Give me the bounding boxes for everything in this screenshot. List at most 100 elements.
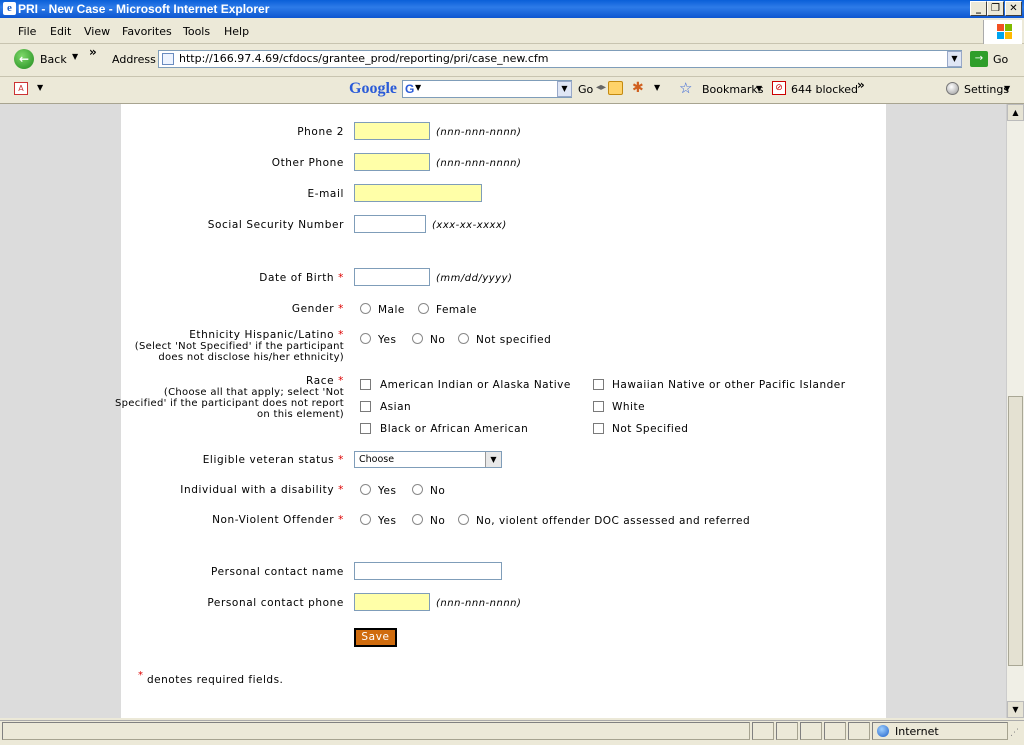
scrollbar-thumb[interactable] xyxy=(1008,396,1023,666)
bookmarks-star-icon[interactable]: ☆ xyxy=(679,79,692,97)
gender-female-label: Female xyxy=(436,304,477,316)
resize-grip-icon[interactable]: ⋰ xyxy=(1010,728,1019,738)
pdf-dropdown-icon[interactable]: ▼ xyxy=(37,83,43,92)
offender-no-radio[interactable] xyxy=(412,514,423,525)
dob-required-star: * xyxy=(338,272,344,284)
ethnicity-yes-label: Yes xyxy=(378,334,397,346)
contact-phone-hint: (nnn-nnn-nnnn) xyxy=(436,598,522,609)
go-button[interactable]: Go xyxy=(993,53,1008,66)
google-search-dropdown-icon[interactable]: ▼ xyxy=(557,81,572,97)
google-g-icon: G xyxy=(405,82,415,96)
zone-label: Internet xyxy=(895,725,939,738)
pdf-icon[interactable]: A xyxy=(14,82,28,95)
google-options-dropdown-icon[interactable]: ▼ xyxy=(654,83,660,92)
ethnicity-not-specified-radio[interactable] xyxy=(458,333,469,344)
dob-label-text: Date of Birth xyxy=(259,272,335,284)
address-dropdown-icon[interactable]: ▼ xyxy=(947,51,962,67)
ethnicity-yes-radio[interactable] xyxy=(360,333,371,344)
ssn-input[interactable] xyxy=(354,215,426,233)
menu-favorites[interactable]: Favorites xyxy=(122,25,172,38)
maximize-button[interactable]: ❐ xyxy=(987,1,1004,16)
offender-violent-referred-radio[interactable] xyxy=(458,514,469,525)
popup-blocked-icon[interactable]: ⊘ xyxy=(772,81,786,95)
race-white-checkbox[interactable] xyxy=(593,401,604,412)
disability-label-text: Individual with a disability xyxy=(180,484,335,496)
gender-male-radio[interactable] xyxy=(360,303,371,314)
offender-yes-label: Yes xyxy=(378,515,397,527)
gender-male-label: Male xyxy=(378,304,405,316)
address-input[interactable]: http://166.97.4.69/cfdocs/grantee_prod/r… xyxy=(158,50,962,68)
contact-phone-input[interactable] xyxy=(354,593,430,611)
race-american-indian-checkbox[interactable] xyxy=(360,379,371,390)
close-button[interactable]: ✕ xyxy=(1005,1,1022,16)
scroll-up-icon[interactable]: ▲ xyxy=(1007,104,1024,121)
race-label-text: Race xyxy=(306,375,335,387)
dob-input[interactable] xyxy=(354,268,430,286)
other-phone-input[interactable] xyxy=(354,153,430,171)
dob-label: Date of Birth * xyxy=(259,272,344,284)
status-panel-5 xyxy=(848,722,870,740)
veteran-select[interactable]: Choose ▼ xyxy=(354,451,502,468)
vertical-scrollbar[interactable]: ▲ ▼ xyxy=(1006,104,1024,718)
google-pagerank-icon[interactable] xyxy=(608,81,623,95)
race-asian-checkbox[interactable] xyxy=(360,401,371,412)
veteran-dropdown-icon[interactable]: ▼ xyxy=(485,452,501,467)
status-panel-2 xyxy=(776,722,798,740)
minimize-button[interactable]: _ xyxy=(970,1,987,16)
ethnicity-required-star: * xyxy=(338,329,344,341)
google-next-arrows-icon[interactable]: ◂▸ xyxy=(596,82,606,93)
offender-violent-referred-label: No, violent offender DOC assessed and re… xyxy=(476,515,751,527)
offender-label-text: Non-Violent Offender xyxy=(212,514,335,526)
race-label: Race * xyxy=(306,375,344,387)
google-options-icon[interactable]: ✱ xyxy=(632,80,644,96)
email-input[interactable] xyxy=(354,184,482,202)
phone2-label: Phone 2 xyxy=(297,126,344,138)
scroll-down-icon[interactable]: ▼ xyxy=(1007,701,1024,718)
disability-yes-radio[interactable] xyxy=(360,484,371,495)
contact-name-label: Personal contact name xyxy=(211,566,344,578)
google-g-dropdown-icon[interactable]: ▼ xyxy=(415,83,421,92)
disability-label: Individual with a disability * xyxy=(180,484,344,496)
back-dropdown-icon[interactable]: ▼ xyxy=(72,52,78,61)
contact-phone-label: Personal contact phone xyxy=(207,597,344,609)
ethnicity-label-text: Ethnicity Hispanic/Latino xyxy=(189,329,335,341)
race-white-label: White xyxy=(612,401,646,413)
back-button[interactable]: Back xyxy=(40,53,67,66)
settings-button[interactable]: Settings xyxy=(964,83,1009,96)
menu-help[interactable]: Help xyxy=(224,25,249,38)
race-hawaiian-checkbox[interactable] xyxy=(593,379,604,390)
race-note: (Choose all that apply; select 'Not Spec… xyxy=(115,387,344,420)
bookmarks-dropdown-icon[interactable]: ▼ xyxy=(756,84,762,93)
menu-tools[interactable]: Tools xyxy=(183,25,210,38)
settings-gear-icon[interactable] xyxy=(946,82,959,95)
google-logo: Google xyxy=(349,80,397,97)
race-black-label: Black or African American xyxy=(380,423,529,435)
gender-required-star: * xyxy=(338,303,344,315)
ethnicity-not-specified-label: Not specified xyxy=(476,334,552,346)
phone2-input[interactable] xyxy=(354,122,430,140)
menu-edit[interactable]: Edit xyxy=(50,25,71,38)
status-panel-4 xyxy=(824,722,846,740)
ethnicity-no-radio[interactable] xyxy=(412,333,423,344)
contact-name-input[interactable] xyxy=(354,562,502,580)
menu-view[interactable]: View xyxy=(84,25,110,38)
address-label: Address xyxy=(112,53,156,66)
race-not-specified-checkbox[interactable] xyxy=(593,423,604,434)
toolbar-chevron-icon[interactable]: » xyxy=(89,45,97,59)
save-button[interactable]: Save xyxy=(354,628,397,647)
gender-female-radio[interactable] xyxy=(418,303,429,314)
popups-blocked-count[interactable]: 644 blocked xyxy=(791,83,858,96)
bookmarks-button[interactable]: Bookmarks xyxy=(702,83,763,96)
race-black-checkbox[interactable] xyxy=(360,423,371,434)
google-toolbar-chevron-icon[interactable]: » xyxy=(857,78,865,92)
google-search-input[interactable]: G ▼ xyxy=(402,80,572,98)
go-arrow-icon[interactable]: → xyxy=(970,51,988,67)
offender-yes-radio[interactable] xyxy=(360,514,371,525)
google-go-button[interactable]: Go xyxy=(578,83,593,96)
ssn-hint: (xxx-xx-xxxx) xyxy=(432,220,507,231)
disability-no-radio[interactable] xyxy=(412,484,423,495)
settings-dropdown-icon[interactable]: ▼ xyxy=(1004,84,1010,93)
menu-file[interactable]: File xyxy=(18,25,36,38)
back-arrow-icon[interactable]: ← xyxy=(14,49,34,69)
race-american-indian-label: American Indian or Alaska Native xyxy=(380,379,571,391)
